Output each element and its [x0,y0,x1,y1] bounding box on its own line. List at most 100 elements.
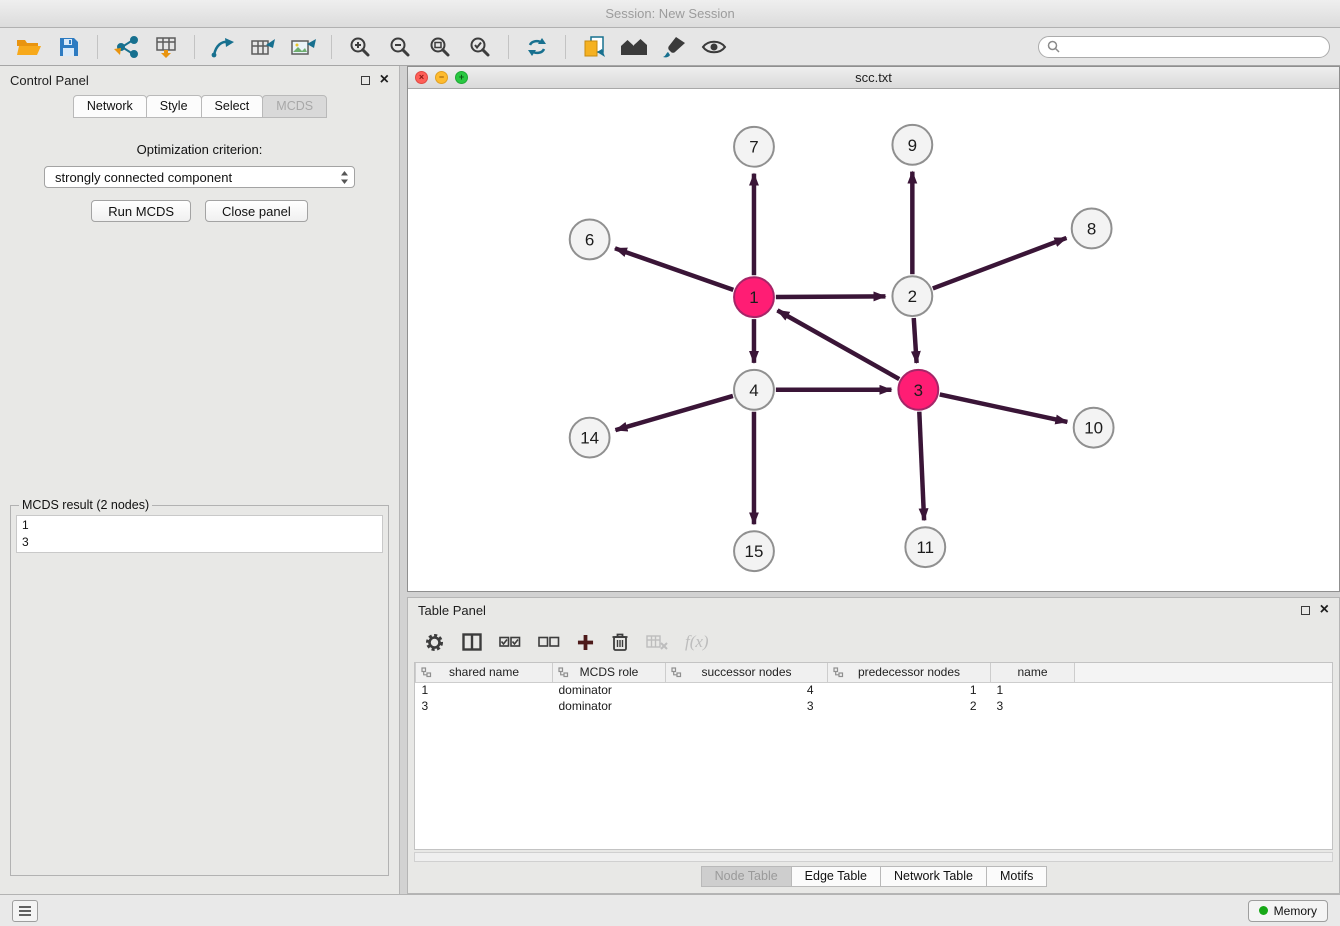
network-canvas[interactable]: 7968124314101511 [408,89,1339,591]
task-history-button[interactable] [12,900,38,922]
save-session-button[interactable] [50,31,88,63]
trash-icon [611,632,629,652]
graph-edge-2-3[interactable] [914,318,917,363]
zoom-in-button[interactable] [341,31,379,63]
column-header-name[interactable]: name [991,663,1075,682]
run-mcds-button[interactable]: Run MCDS [91,200,191,222]
import-table-button[interactable] [147,31,185,63]
app-window: Session: New Session [0,0,1340,926]
table-horizontal-scrollbar[interactable] [414,852,1333,862]
clone-network-icon [582,35,606,59]
delete-columns-button[interactable] [611,632,629,652]
table-mode-button[interactable] [424,632,445,653]
graph-node-label: 14 [580,429,599,448]
graph-edge-1-6[interactable] [615,248,733,290]
toolbar-separator [565,35,566,59]
search-icon [1047,40,1060,53]
table-row[interactable]: 3dominator323 [416,698,1333,714]
export-table-button[interactable] [244,31,282,63]
column-header-filler [1075,663,1333,682]
open-session-button[interactable] [10,31,48,63]
criterion-select[interactable]: strongly connected component [44,166,355,188]
column-header-mcds-role[interactable]: MCDS role [553,663,666,682]
column-header-successor-nodes[interactable]: successor nodes [666,663,828,682]
create-column-button[interactable] [577,634,594,651]
eye-icon [701,37,727,57]
close-window-icon[interactable]: × [415,71,428,84]
control-panel-header: Control Panel × [0,66,399,94]
zoom-out-button[interactable] [381,31,419,63]
control-panel-title: Control Panel [10,73,89,88]
float-table-panel-icon[interactable] [1301,606,1310,615]
graph-edge-1-2[interactable] [776,296,886,297]
window-title: Session: New Session [605,6,734,21]
select-all-columns-button[interactable] [499,635,521,649]
graph-node-label: 6 [585,230,594,249]
graph-edge-3-10[interactable] [940,394,1068,422]
toolbar-separator [97,35,98,59]
column-header-predecessor-nodes[interactable]: predecessor nodes [828,663,991,682]
tab-mcds[interactable]: MCDS [262,95,327,118]
graph-node-label: 8 [1087,219,1096,238]
close-panel-button[interactable]: Close panel [205,200,308,222]
clone-network-button[interactable] [575,31,613,63]
export-network-button[interactable] [204,31,242,63]
toolbar-separator [508,35,509,59]
mcds-result-line: 1 [22,517,377,534]
delete-table-icon [646,633,668,651]
float-panel-icon[interactable] [361,76,370,85]
network-overview-button[interactable] [615,31,653,63]
tab-node-table[interactable]: Node Table [701,866,792,887]
node-table-body: 1dominator4113dominator323 [416,682,1333,714]
table-cell: 3 [666,698,828,714]
show-column-panel-button[interactable] [462,633,482,651]
show-graphics-details-button[interactable] [695,31,733,63]
paintbrush-icon [662,36,686,58]
minimize-window-icon[interactable]: − [435,71,448,84]
import-network-icon [113,36,139,58]
zoom-window-icon[interactable]: + [455,71,468,84]
delete-table-button[interactable] [646,633,668,651]
panel-splitter[interactable] [400,66,407,894]
network-window-title: scc.txt [408,70,1339,85]
search-input[interactable] [1065,40,1321,54]
tab-select[interactable]: Select [201,95,264,118]
tab-edge-table[interactable]: Edge Table [791,866,881,887]
window-titlebar: Session: New Session [0,0,1340,28]
refresh-icon [525,36,549,58]
mcds-result-group-title: MCDS result (2 nodes) [19,498,152,512]
close-table-panel-icon[interactable]: × [1320,602,1329,618]
close-panel-icon[interactable]: × [380,72,389,88]
graph-node-label: 15 [745,542,764,561]
table-panel-tabs: Node Table Edge Table Network Table Moti… [408,866,1339,887]
zoom-fit-button[interactable] [421,31,459,63]
tab-network[interactable]: Network [73,95,147,118]
import-network-button[interactable] [107,31,145,63]
toolbar-search[interactable] [1038,36,1330,58]
table-cell: 2 [828,698,991,714]
function-builder-button[interactable]: f(x) [685,632,709,652]
tab-style[interactable]: Style [146,95,202,118]
graph-edge-2-8[interactable] [933,238,1067,288]
memory-button[interactable]: Memory [1248,900,1328,922]
network-window: × − + scc.txt 7968124314101511 [407,66,1340,592]
graph-edge-3-11[interactable] [919,412,924,521]
tab-motifs[interactable]: Motifs [986,866,1047,887]
apply-style-button[interactable] [655,31,693,63]
unchecked-boxes-icon [538,635,560,649]
zoom-selected-button[interactable] [461,31,499,63]
export-image-button[interactable] [284,31,322,63]
tab-network-table[interactable]: Network Table [880,866,987,887]
mcds-result-group: MCDS result (2 nodes) 1 3 [10,498,389,876]
table-cell: 1 [991,682,1075,698]
mcds-result-line: 3 [22,534,377,551]
column-header-shared-name[interactable]: shared name [416,663,553,682]
control-panel: Control Panel × Network Style Select MCD… [0,66,400,894]
deselect-all-columns-button[interactable] [538,635,560,649]
refresh-view-button[interactable] [518,31,556,63]
graph-edge-3-1[interactable] [777,310,899,379]
table-row[interactable]: 1dominator411 [416,682,1333,698]
mcds-result-text[interactable]: 1 3 [16,515,383,553]
graph-edge-4-14[interactable] [615,396,732,430]
memory-status-icon [1259,906,1268,915]
